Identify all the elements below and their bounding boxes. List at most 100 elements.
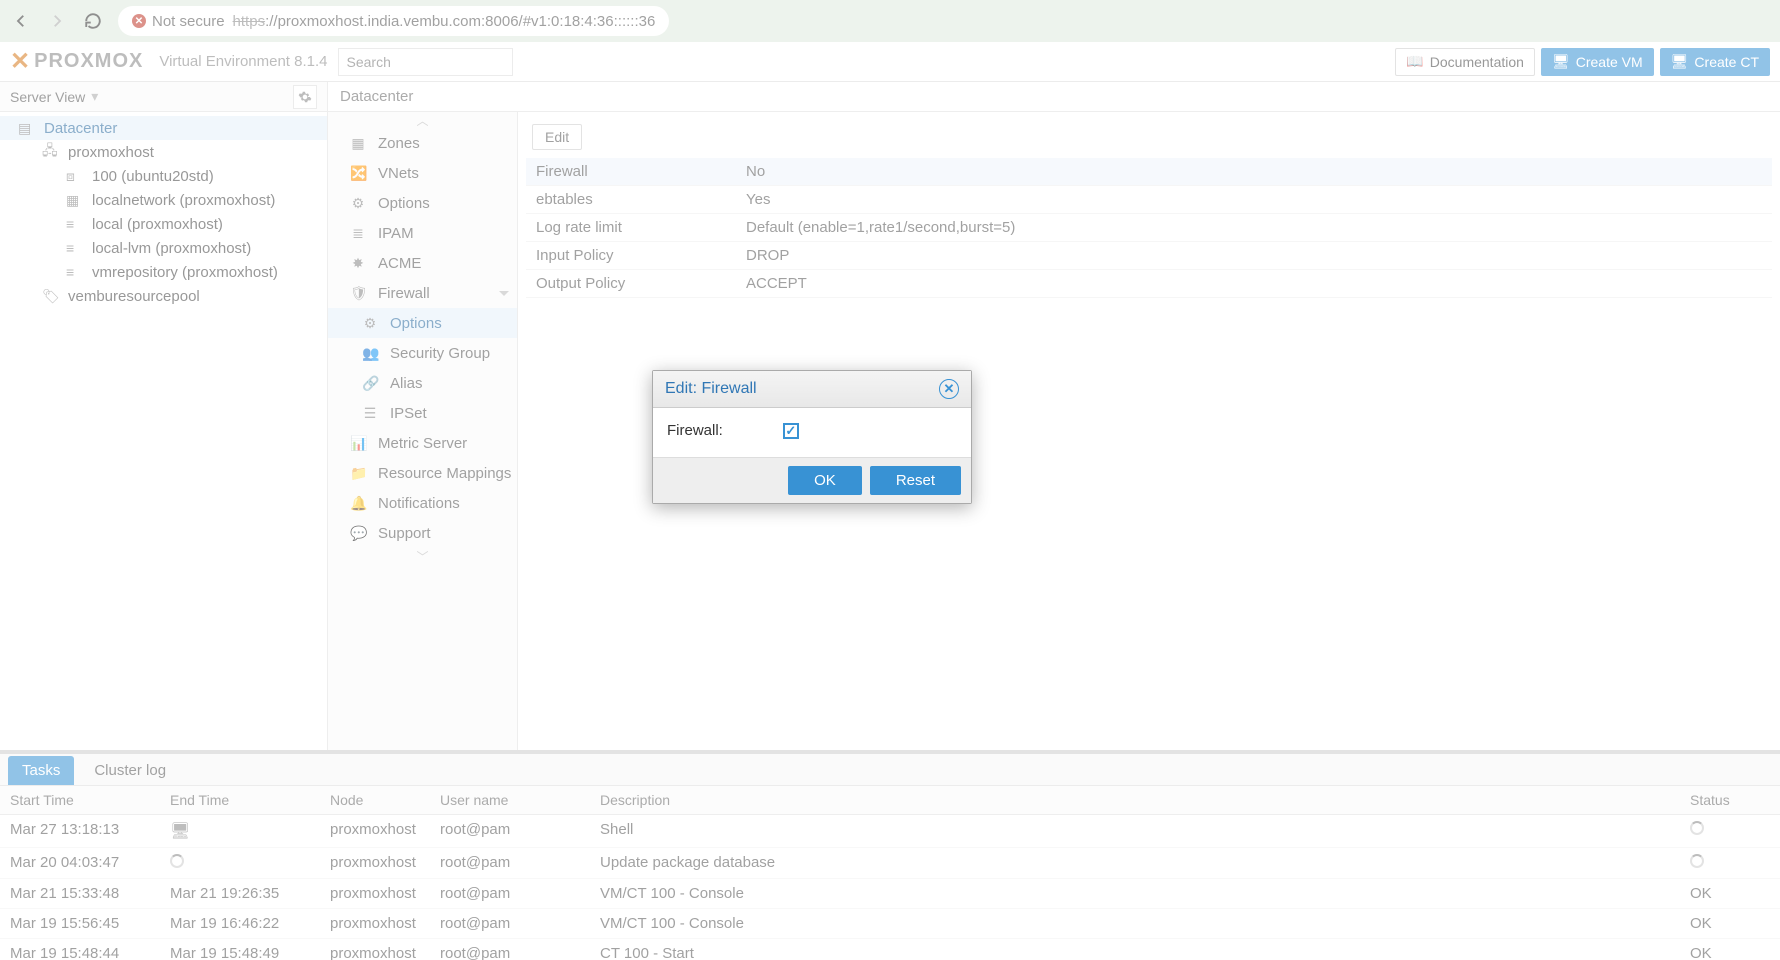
edit-firewall-dialog: Edit: Firewall ✕ Firewall: ✓ OK Reset	[652, 370, 972, 504]
menu-item-label: IPSet	[390, 405, 427, 422]
menu-item[interactable]: 🛡 Firewall	[328, 278, 517, 308]
tree-item[interactable]: 🏷vemburesourcepool	[0, 284, 327, 308]
spinner-icon	[1690, 854, 1704, 868]
option-row[interactable]: Log rate limitDefault (enable=1,rate1/se…	[526, 214, 1772, 242]
group-icon: 👥	[362, 345, 378, 362]
menu-item-label: Firewall	[378, 285, 430, 302]
menu-item-label: VNets	[378, 165, 419, 182]
gear-icon: ⚙	[362, 315, 378, 332]
firewall-checkbox[interactable]: ✓	[783, 423, 799, 439]
breadcrumb: Datacenter	[328, 82, 1780, 112]
url-text: https://proxmoxhost.india.vembu.com:8006…	[233, 13, 656, 30]
create-vm-button[interactable]: 🖥 Create VM	[1541, 48, 1654, 76]
edit-button[interactable]: Edit	[532, 124, 582, 150]
list-icon: ≣	[350, 225, 366, 242]
disk-icon: ≡	[66, 216, 82, 232]
scroll-up-button[interactable]: ︿	[328, 112, 517, 128]
bars-icon: ☰	[362, 405, 378, 422]
option-key: Log rate limit	[526, 214, 736, 242]
monitor-icon: 🖥	[170, 823, 190, 840]
logo-x-icon: ✕	[10, 47, 28, 76]
menu-item[interactable]: ⚙ Options	[328, 188, 517, 218]
disk-icon: ≡	[66, 264, 82, 280]
network-icon: 🔀	[350, 165, 366, 182]
log-tab[interactable]: Cluster log	[80, 756, 180, 785]
main-area: Datacenter ︿ ▦Zones🔀VNets⚙Options≣IPAM✸A…	[328, 82, 1780, 750]
log-row[interactable]: Mar 20 04:03:47proxmoxhostroot@pamUpdate…	[0, 848, 1780, 879]
menu-item[interactable]: ▦Zones	[328, 128, 517, 158]
option-key: Output Policy	[526, 270, 736, 298]
reset-button[interactable]: Reset	[870, 466, 961, 495]
option-key: Input Policy	[526, 242, 736, 270]
search-input[interactable]	[338, 48, 513, 76]
menu-item[interactable]: ✸ ACME	[328, 248, 517, 278]
folder-icon: 📁	[350, 465, 366, 482]
tree-item[interactable]: ≡vmrepository (proxmoxhost)	[0, 260, 327, 284]
back-button[interactable]	[10, 10, 32, 32]
menu-item-label: Metric Server	[378, 435, 467, 452]
menu-item-label: Options	[378, 195, 430, 212]
app-header: ✕ PROXMOX Virtual Environment 8.1.4 📖 Do…	[0, 42, 1780, 82]
address-bar[interactable]: ✕ Not secure https://proxmoxhost.india.v…	[118, 6, 669, 36]
menu-item-label: Security Group	[390, 345, 490, 362]
menu-item[interactable]: 🔔Notifications	[328, 488, 517, 518]
option-row[interactable]: FirewallNo	[526, 158, 1772, 186]
option-row[interactable]: Output PolicyACCEPT	[526, 270, 1772, 298]
task-log: TasksCluster log Start Time End Time Nod…	[0, 750, 1780, 960]
cert-icon: ✸	[350, 255, 366, 272]
tree-item[interactable]: 🖧 proxmoxhost	[0, 140, 327, 164]
menu-item[interactable]: 📁 Resource Mappings	[328, 458, 517, 488]
close-button[interactable]: ✕	[939, 379, 959, 399]
menu-item-label: Zones	[378, 135, 420, 152]
option-row[interactable]: Input PolicyDROP	[526, 242, 1772, 270]
tree-settings-button[interactable]	[293, 85, 317, 109]
scroll-down-button[interactable]: ﹀	[328, 548, 517, 564]
option-value: Default (enable=1,rate1/second,burst=5)	[736, 214, 1772, 242]
menu-item[interactable]: 🔗Alias	[328, 368, 517, 398]
documentation-button[interactable]: 📖 Documentation	[1395, 48, 1535, 76]
create-ct-button[interactable]: 🖥 Create CT	[1660, 48, 1770, 76]
forward-button[interactable]	[46, 10, 68, 32]
log-row[interactable]: Mar 21 15:33:48Mar 21 19:26:35proxmoxhos…	[0, 879, 1780, 909]
error-icon: ✕	[132, 14, 146, 28]
gear-icon: ⚙	[350, 195, 366, 212]
tree-item[interactable]: ≡local (proxmoxhost)	[0, 212, 327, 236]
shield-icon: 🛡	[350, 285, 366, 302]
menu-item[interactable]: 🔀 VNets	[328, 158, 517, 188]
monitor-icon: 🖥	[1671, 53, 1689, 70]
reload-button[interactable]	[82, 10, 104, 32]
log-tab[interactable]: Tasks	[8, 756, 74, 785]
option-value: DROP	[736, 242, 1772, 270]
tree-view-selector[interactable]: Server View ▾	[0, 82, 327, 112]
menu-item[interactable]: ≣IPAM	[328, 218, 517, 248]
host-icon: 🖧	[42, 140, 58, 164]
firewall-field-label: Firewall:	[667, 422, 723, 439]
grid-icon: ▦	[66, 192, 82, 209]
menu-item-label: ACME	[378, 255, 421, 272]
chevron-down-icon: ▾	[91, 88, 98, 105]
menu-item[interactable]: 💬Support	[328, 518, 517, 548]
option-value: No	[736, 158, 1772, 186]
tree-item[interactable]: ≡local-lvm (proxmoxhost)	[0, 236, 327, 260]
menu-item-label: Resource Mappings	[378, 465, 511, 482]
chat-icon: 💬	[350, 525, 366, 542]
menu-item-label: Notifications	[378, 495, 460, 512]
tree-item[interactable]: ⧈100 (ubuntu20std)	[0, 164, 327, 188]
log-row[interactable]: Mar 27 13:18:13🖥proxmoxhostroot@pamShell	[0, 815, 1780, 848]
server-icon: ▤	[18, 120, 34, 137]
menu-item[interactable]: ☰ IPSet	[328, 398, 517, 428]
option-row[interactable]: ebtablesYes	[526, 186, 1772, 214]
option-value: Yes	[736, 186, 1772, 214]
log-row[interactable]: Mar 19 15:56:45Mar 19 16:46:22proxmoxhos…	[0, 909, 1780, 939]
menu-item[interactable]: ⚙Options	[328, 308, 517, 338]
log-row[interactable]: Mar 19 15:48:44Mar 19 15:48:49proxmoxhos…	[0, 939, 1780, 960]
menu-item[interactable]: 📊Metric Server	[328, 428, 517, 458]
cube-icon: ⧈	[66, 168, 82, 185]
option-value: ACCEPT	[736, 270, 1772, 298]
tree-item[interactable]: ▤Datacenter	[0, 116, 327, 140]
tree-item-label: proxmoxhost	[68, 144, 154, 161]
version-label: Virtual Environment 8.1.4	[159, 53, 327, 70]
tree-item[interactable]: ▦localnetwork (proxmoxhost)	[0, 188, 327, 212]
ok-button[interactable]: OK	[788, 466, 862, 495]
menu-item[interactable]: 👥 Security Group	[328, 338, 517, 368]
